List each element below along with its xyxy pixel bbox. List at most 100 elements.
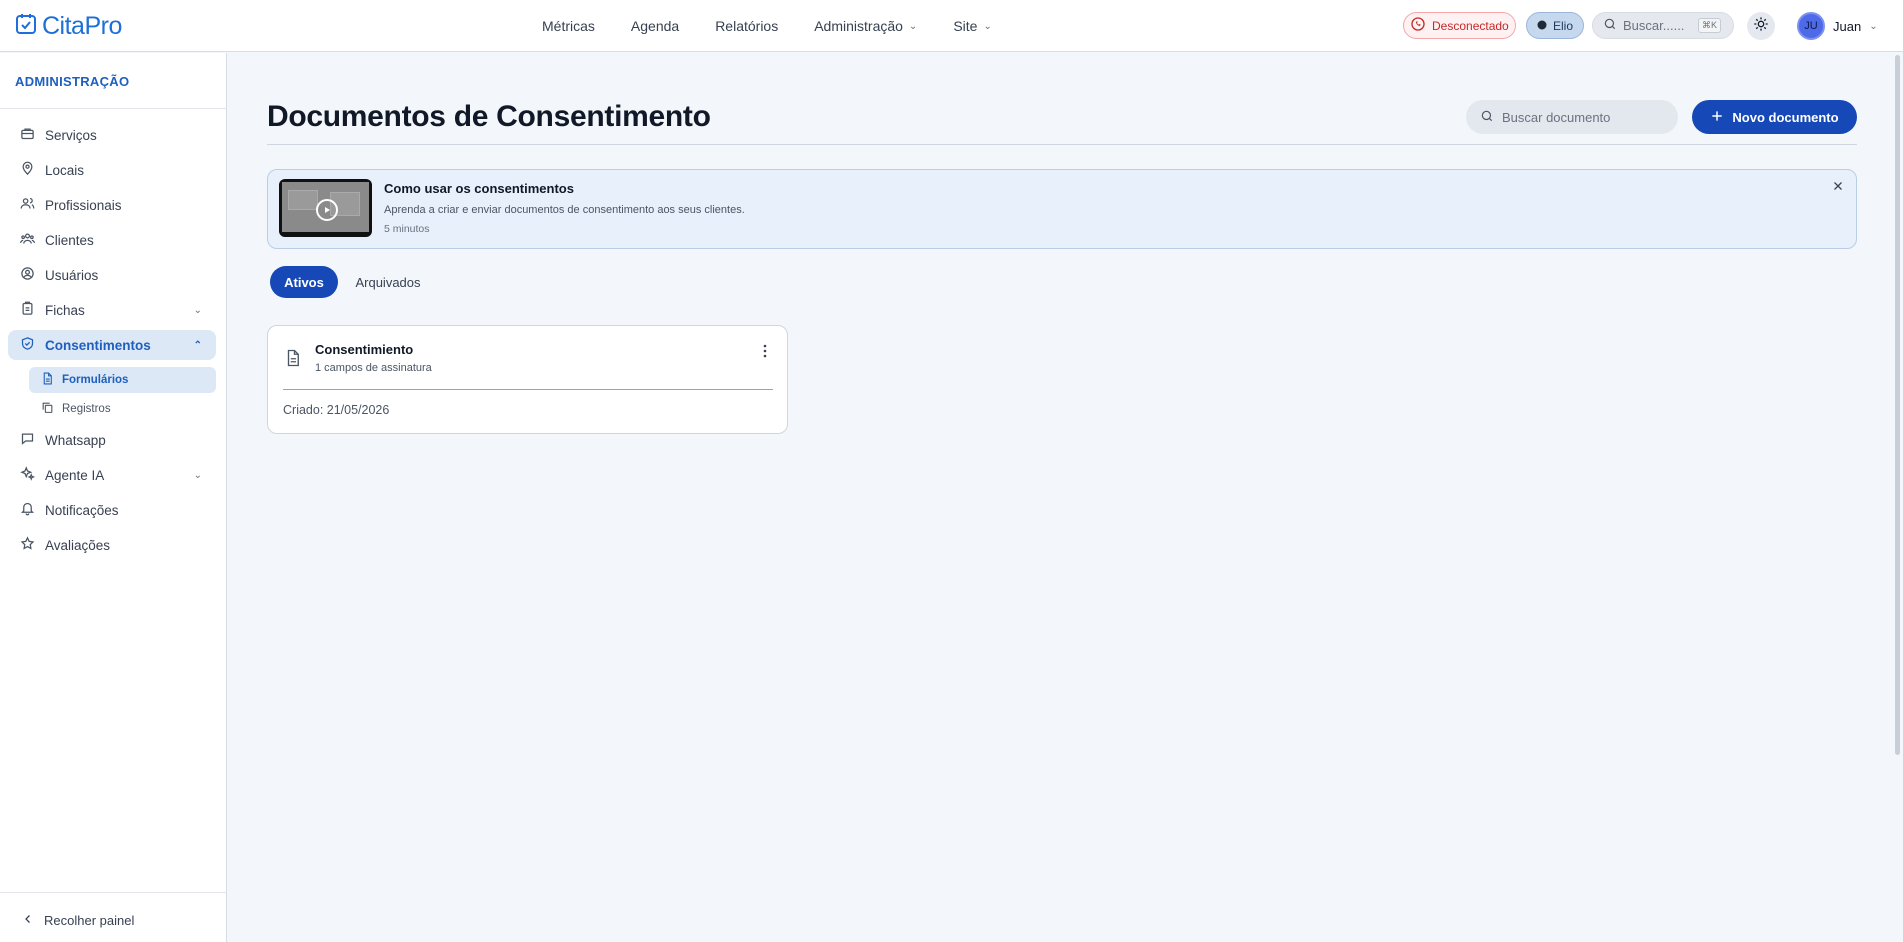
app-logo[interactable]: CitaPro [14, 12, 122, 41]
sidebar-subitem-registros[interactable]: Registros [29, 396, 216, 422]
new-document-button[interactable]: Novo documento [1692, 100, 1857, 134]
document-search-input[interactable]: Buscar documento [1466, 100, 1678, 134]
copy-icon [41, 401, 54, 417]
sidebar-item-label: Usuários [45, 267, 99, 283]
chevron-down-icon: ⌄ [193, 469, 202, 481]
more-vertical-icon[interactable] [763, 344, 767, 362]
tab-ativos[interactable]: Ativos [270, 266, 338, 298]
search-shortcut-badge: ⌘K [1697, 18, 1721, 33]
sidebar-item-label: Serviços [45, 127, 97, 143]
nav-label: Métricas [542, 18, 595, 34]
sidebar-item-label: Consentimentos [45, 337, 151, 353]
page-title: Documentos de Consentimento [267, 100, 711, 133]
sidebar-item-consentimentos[interactable]: Consentimentos ⌃ [8, 330, 216, 360]
assistant-label: Elio [1553, 18, 1574, 33]
plus-icon [1710, 109, 1724, 126]
sidebar-item-notificacoes[interactable]: Notificações [8, 495, 216, 525]
nav-item-metricas[interactable]: Métricas [542, 18, 595, 34]
banner-description: Aprenda a criar e enviar documentos de c… [384, 204, 745, 216]
nav-label: Administração [814, 18, 903, 34]
nav-item-administracao[interactable]: Administração ⌄ [814, 18, 917, 34]
collapse-panel-button[interactable]: Recolher painel [22, 913, 134, 928]
nav-label: Site [953, 18, 978, 34]
chevron-up-icon: ⌃ [193, 339, 202, 351]
divider [267, 144, 1857, 145]
document-card[interactable]: Consentimiento 1 campos de assinatura Cr… [267, 325, 788, 434]
sidebar-item-label: Avaliações [45, 537, 111, 553]
main-nav: Métricas Agenda Relatórios Administração… [542, 0, 1028, 52]
avatar: JU [1797, 12, 1825, 40]
theme-toggle-button[interactable] [1747, 12, 1775, 40]
sidebar-item-label: Clientes [45, 232, 94, 248]
clipboard-icon [20, 301, 35, 319]
sidebar-item-clientes[interactable]: Clientes [8, 225, 216, 255]
new-document-label: Novo documento [1732, 109, 1839, 125]
document-title: Consentimiento [315, 342, 414, 357]
search-icon [1603, 17, 1617, 34]
sidebar-subitem-formularios[interactable]: Formulários [29, 367, 216, 393]
banner-duration: 5 minutos [384, 223, 430, 235]
whatsapp-status-button[interactable]: Desconectado [1403, 12, 1516, 39]
search-icon [1480, 109, 1494, 126]
chevron-left-icon [22, 913, 34, 928]
sidebar-item-servicos[interactable]: Serviços [8, 120, 216, 150]
sidebar-item-locais[interactable]: Locais [8, 155, 216, 185]
sparkles-icon [20, 466, 36, 484]
collapse-panel-label: Recolher painel [44, 913, 135, 928]
nav-item-agenda[interactable]: Agenda [631, 18, 679, 34]
sidebar-subitem-label: Registros [62, 403, 111, 415]
top-bar: CitaPro Métricas Agenda Relatórios Admin… [0, 0, 1903, 52]
bell-icon [20, 501, 35, 519]
divider [0, 108, 226, 109]
document-search-placeholder: Buscar documento [1502, 109, 1611, 125]
nav-item-site[interactable]: Site ⌄ [953, 18, 992, 34]
map-pin-icon [20, 161, 35, 179]
briefcase-icon [20, 126, 35, 144]
document-subtitle: 1 campos de assinatura [315, 362, 432, 374]
sidebar: ADMINISTRAÇÃO Serviços Locais Profission… [0, 53, 227, 942]
sidebar-item-usuarios[interactable]: Usuários [8, 260, 216, 290]
shield-check-icon [20, 336, 35, 354]
chevron-down-icon: ⌄ [908, 20, 918, 32]
assistant-button[interactable]: Elio [1526, 12, 1584, 39]
sidebar-item-label: Locais [45, 162, 85, 178]
sidebar-item-label: Whatsapp [45, 432, 106, 448]
tab-arquivados[interactable]: Arquivados [348, 266, 428, 298]
user-menu[interactable]: JU Juan ⌄ [1797, 12, 1878, 40]
user-circle-icon [20, 266, 35, 284]
calendar-check-icon [14, 12, 38, 41]
scrollbar-thumb[interactable] [1895, 55, 1900, 755]
document-icon [284, 348, 302, 373]
sidebar-subitem-label: Formulários [62, 374, 129, 386]
preview-block [288, 190, 318, 210]
close-icon[interactable] [1832, 179, 1844, 197]
video-preview [282, 182, 369, 232]
users-icon [20, 196, 35, 214]
sidebar-item-label: Agente IA [45, 467, 105, 483]
divider [0, 892, 226, 893]
sidebar-item-fichas[interactable]: Fichas ⌄ [8, 295, 216, 325]
global-search-input[interactable]: Buscar...... ⌘K [1592, 12, 1734, 39]
sidebar-item-profissionais[interactable]: Profissionais [8, 190, 216, 220]
sidebar-item-avaliacoes[interactable]: Avaliações [8, 530, 216, 560]
nav-label: Agenda [630, 18, 680, 34]
sun-icon [1753, 16, 1769, 37]
play-icon [316, 199, 338, 221]
sidebar-item-agente-ia[interactable]: Agente IA ⌄ [8, 460, 216, 490]
nav-label: Relatórios [715, 18, 779, 34]
sidebar-item-whatsapp[interactable]: Whatsapp [8, 425, 216, 455]
whatsapp-icon [1410, 16, 1426, 35]
nav-item-relatorios[interactable]: Relatórios [715, 18, 778, 34]
tutorial-banner: Como usar os consentimentos Aprenda a cr… [267, 169, 1857, 249]
chevron-down-icon: ⌄ [1869, 20, 1878, 32]
video-thumbnail[interactable] [279, 179, 372, 237]
sidebar-item-label: Notificações [45, 502, 119, 518]
star-icon [20, 536, 35, 554]
sidebar-item-label: Fichas [45, 302, 85, 318]
sidebar-title: ADMINISTRAÇÃO [15, 74, 130, 89]
user-name: Juan [1833, 18, 1862, 34]
document-icon [41, 372, 54, 388]
app-name: CitaPro [42, 12, 122, 40]
user-group-icon [20, 231, 35, 249]
chevron-down-icon: ⌄ [193, 304, 202, 316]
